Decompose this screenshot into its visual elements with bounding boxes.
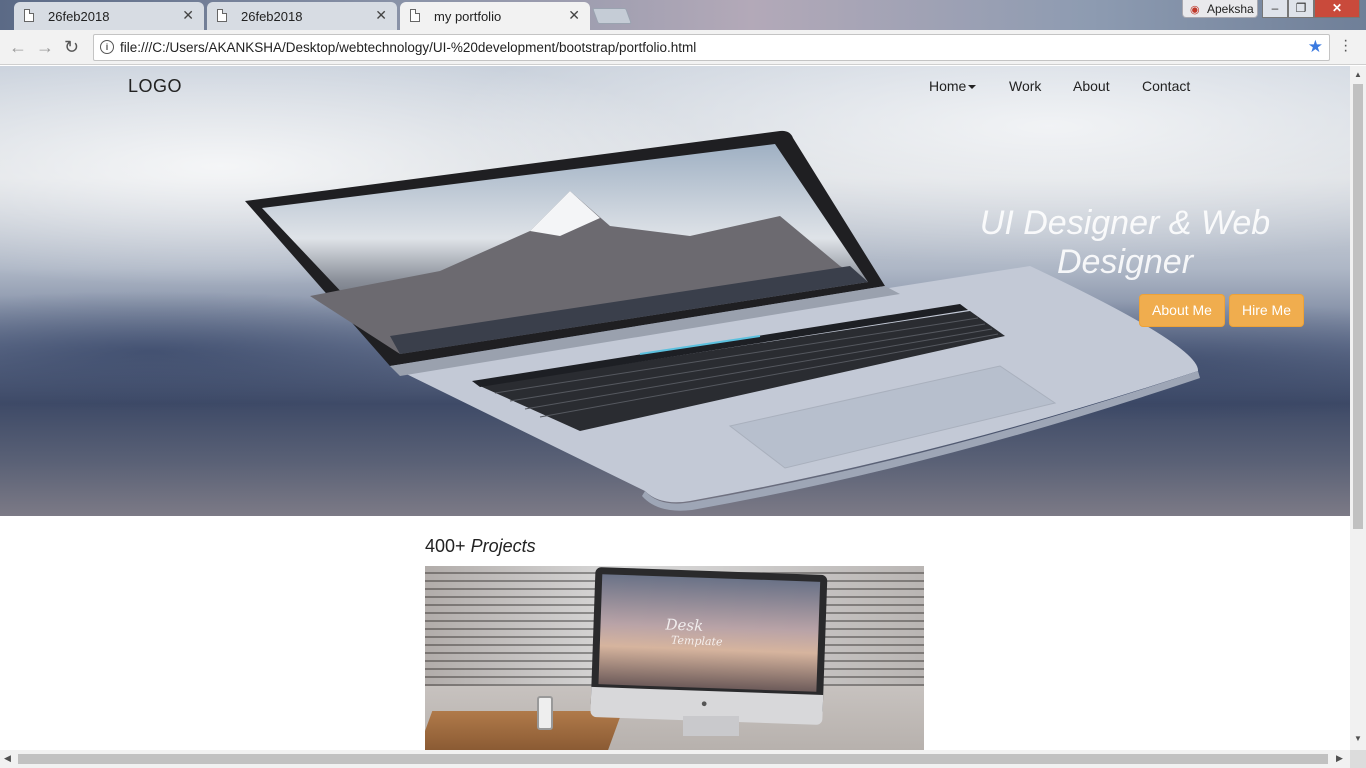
browser-titlebar: 26feb2018 ✕ 26feb2018 ✕ my portfolio ✕ ◉…: [0, 0, 1366, 30]
close-window-button[interactable]: ✕: [1314, 0, 1360, 18]
horizontal-scroll-thumb[interactable]: [18, 754, 1328, 764]
restore-button[interactable]: ❐: [1288, 0, 1314, 18]
new-tab-button[interactable]: [592, 8, 632, 24]
projects-heading: 400+ Projects: [425, 536, 536, 557]
hire-me-button[interactable]: Hire Me: [1229, 294, 1304, 327]
hero-headline-line-1: UI Designer & Web: [979, 204, 1271, 242]
scroll-left-arrow-icon[interactable]: ◀: [4, 753, 11, 764]
document-icon: [217, 9, 227, 22]
browser-tab-1[interactable]: 26feb2018 ✕: [14, 2, 204, 30]
scroll-right-arrow-icon[interactable]: ▶: [1336, 753, 1343, 764]
tab-title: my portfolio: [434, 8, 502, 24]
vertical-scroll-thumb[interactable]: [1353, 84, 1363, 529]
back-arrow-icon[interactable]: ←: [9, 37, 27, 58]
project-image[interactable]: Desk Template ●: [425, 566, 924, 750]
horizontal-scrollbar[interactable]: ◀ ▶: [0, 750, 1350, 768]
scrollbar-corner: [1350, 750, 1366, 768]
nav-contact[interactable]: Contact: [1142, 78, 1190, 94]
reload-icon[interactable]: ↻: [64, 37, 79, 58]
document-icon: [410, 9, 420, 22]
info-icon[interactable]: i: [100, 40, 114, 54]
profile-icon: ◉: [1190, 4, 1200, 16]
brand-line-1: Desk: [665, 615, 704, 635]
laptop-illustration: [245, 130, 1200, 511]
brand-line-2: Template: [670, 633, 723, 649]
browser-tab-active[interactable]: my portfolio ✕: [400, 2, 590, 30]
nav-home-label: Home: [929, 78, 967, 94]
close-tab-icon[interactable]: ✕: [375, 7, 387, 24]
caret-down-icon: [968, 85, 977, 90]
nav-work[interactable]: Work: [1009, 78, 1041, 94]
page-viewport: LOGO Home Work About Contact UI Designer…: [0, 66, 1350, 750]
hero-section: LOGO Home Work About Contact UI Designer…: [0, 66, 1350, 516]
profile-button[interactable]: ◉ Apeksha: [1182, 0, 1258, 18]
hero-headline: UI Designer & Web Designer: [940, 204, 1310, 282]
browser-toolbar: ← → ↻ i file:///C:/Users/AKANKSHA/Deskto…: [0, 30, 1366, 65]
document-icon: [24, 9, 34, 22]
minimize-button[interactable]: –: [1262, 0, 1288, 18]
apple-logo-icon: ●: [700, 697, 708, 710]
close-tab-icon[interactable]: ✕: [182, 7, 194, 24]
profile-name: Apeksha: [1207, 1, 1254, 16]
projects-count: 400+: [425, 536, 466, 556]
desk-template-brand: Desk Template: [665, 615, 724, 648]
browser-menu-icon[interactable]: · · ·: [1343, 33, 1348, 59]
phone-on-stand: [537, 696, 553, 730]
scroll-up-arrow-icon[interactable]: ▲: [1354, 70, 1362, 79]
tab-title: 26feb2018: [48, 8, 110, 24]
nav-about[interactable]: About: [1073, 78, 1110, 94]
nav-home[interactable]: Home: [929, 78, 977, 94]
vertical-scrollbar[interactable]: ▲ ▼: [1350, 66, 1366, 750]
bookmark-star-icon[interactable]: ★: [1308, 37, 1323, 57]
site-logo[interactable]: LOGO: [128, 76, 182, 97]
hero-headline-line-2: Designer: [1056, 243, 1194, 281]
wood-tray: [425, 711, 623, 750]
imac-stand: [683, 716, 739, 736]
url-text[interactable]: file:///C:/Users/AKANKSHA/Desktop/webtec…: [120, 40, 696, 55]
imac-monitor: Desk Template ●: [590, 566, 828, 726]
projects-label: Projects: [470, 536, 536, 556]
forward-arrow-icon[interactable]: →: [36, 37, 54, 58]
browser-tab-2[interactable]: 26feb2018 ✕: [207, 2, 397, 30]
scroll-down-arrow-icon[interactable]: ▼: [1354, 734, 1362, 743]
address-bar[interactable]: i file:///C:/Users/AKANKSHA/Desktop/webt…: [93, 34, 1330, 61]
close-tab-icon[interactable]: ✕: [568, 7, 580, 24]
tab-title: 26feb2018: [241, 8, 303, 24]
about-me-button[interactable]: About Me: [1139, 294, 1225, 327]
